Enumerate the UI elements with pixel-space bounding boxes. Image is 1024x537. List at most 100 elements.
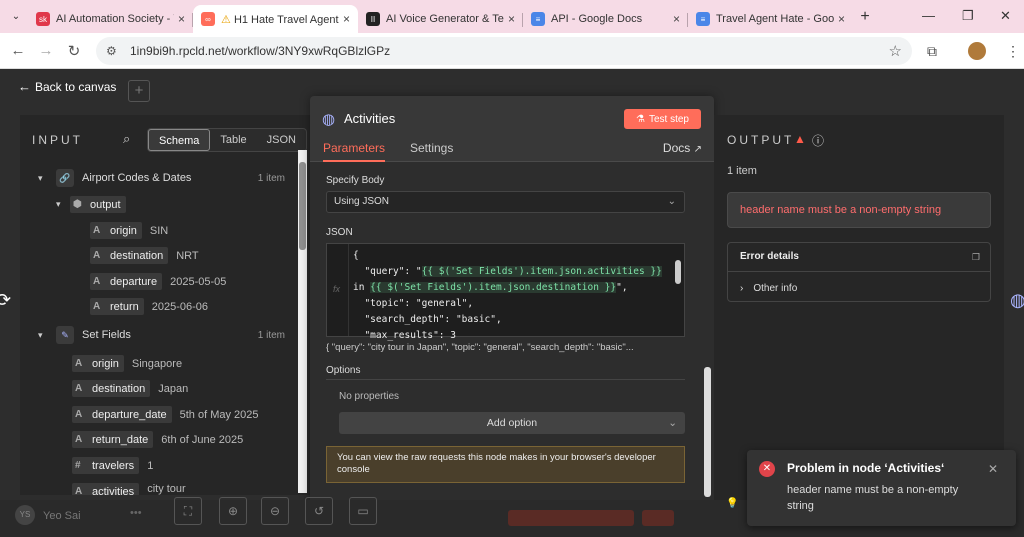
schema-field-row[interactable]: Aorigin SIN bbox=[90, 222, 168, 239]
back-to-canvas-link[interactable]: Back to canvas bbox=[35, 80, 116, 94]
node-name: Airport Codes & Dates bbox=[82, 172, 192, 184]
reload-icon[interactable]: ↻ bbox=[60, 42, 88, 60]
test-step-button[interactable]: ⚗ Test step bbox=[624, 109, 701, 129]
schema-field-row[interactable]: Adeparture 2025-05-05 bbox=[90, 273, 226, 290]
field-value: Singapore bbox=[131, 357, 183, 370]
schema-field-row[interactable]: Areturn_date 6th of June 2025 bbox=[72, 431, 243, 448]
field-key: destination bbox=[110, 249, 164, 262]
object-chip: ⬢ output bbox=[70, 196, 126, 213]
tab-close-icon[interactable]: × bbox=[673, 12, 680, 26]
browser-tab[interactable]: II AI Voice Generator & Tex × bbox=[358, 5, 523, 33]
specify-body-select[interactable]: Using JSON ⌄ bbox=[326, 191, 685, 213]
forward-arrow-icon[interactable]: → bbox=[32, 42, 60, 59]
new-tab-button[interactable]: + bbox=[853, 8, 877, 26]
input-panel: INPUT ⌕ Schema Table JSON ▾ 🔗 Airport Co… bbox=[20, 115, 310, 495]
error-message: header name must be a non-empty string bbox=[727, 192, 991, 228]
schema-node-row[interactable]: ▾ 🔗 Airport Codes & Dates 1 item bbox=[38, 169, 310, 187]
docs-link[interactable]: Docs ↗ bbox=[663, 141, 702, 155]
tab-close-icon[interactable]: × bbox=[838, 12, 845, 26]
browser-tab[interactable]: ≡ API - Google Docs × bbox=[523, 5, 688, 33]
browser-tab-active[interactable]: ∞ ⚠ H1 Hate Travel Agent × bbox=[193, 5, 358, 33]
field-value: Japan bbox=[158, 382, 189, 395]
close-window-icon[interactable]: ✕ bbox=[1000, 8, 1011, 24]
browser-tab[interactable]: sk AI Automation Society - Y × bbox=[28, 5, 193, 33]
schema-field-row[interactable]: Adestination NRT bbox=[90, 247, 199, 264]
field-key: activities bbox=[92, 485, 135, 496]
developer-console-notice: You can view the raw requests this node … bbox=[326, 446, 685, 483]
view-schema-button[interactable]: Schema bbox=[148, 129, 211, 151]
profile-avatar[interactable] bbox=[968, 42, 986, 60]
tab-search-dropdown[interactable]: ⌄ bbox=[4, 5, 28, 29]
field-value: 2025-05-05 bbox=[170, 275, 227, 288]
input-title: INPUT bbox=[32, 133, 83, 147]
schema-field-row[interactable]: Aactivities city tour bbox=[72, 483, 186, 495]
no-properties-text: No properties bbox=[339, 391, 400, 402]
field-value: 5th of May 2025 bbox=[179, 408, 259, 421]
tab-favicon-icon: ∞ bbox=[201, 12, 215, 26]
pencil-icon: ✎ bbox=[56, 326, 74, 344]
more-icon[interactable]: ••• bbox=[130, 507, 142, 519]
extensions-icon[interactable]: ⧉ bbox=[927, 43, 937, 60]
input-scrollbar[interactable] bbox=[298, 150, 307, 493]
zoom-in-icon[interactable]: ⊕ bbox=[219, 497, 247, 525]
schema-field-row[interactable]: # travelers 1 bbox=[72, 457, 153, 474]
delete-execution-button[interactable] bbox=[642, 510, 674, 526]
tab-settings[interactable]: Settings bbox=[410, 141, 453, 155]
add-node-button[interactable]: + bbox=[128, 80, 150, 102]
site-info-icon[interactable]: ⚙ bbox=[106, 44, 117, 58]
copy-icon[interactable]: ❐ bbox=[972, 252, 980, 263]
bookmark-star-icon[interactable]: ☆ bbox=[889, 42, 902, 60]
tab-title: API - Google Docs bbox=[551, 13, 643, 25]
close-icon[interactable]: ✕ bbox=[988, 462, 998, 476]
editor-scrollbar[interactable] bbox=[675, 246, 681, 332]
schema-field-row[interactable]: Adestination Japan bbox=[72, 380, 188, 397]
tab-parameters[interactable]: Parameters bbox=[323, 141, 386, 162]
external-link-icon: ↗ bbox=[693, 144, 702, 155]
view-json-button[interactable]: JSON bbox=[257, 129, 306, 151]
browser-tab[interactable]: ≡ Travel Agent Hate - Goog × bbox=[688, 5, 853, 33]
tab-title: Travel Agent Hate - Goog bbox=[716, 13, 834, 25]
schema-field-row[interactable]: Aorigin Singapore bbox=[72, 355, 182, 372]
modal-scrollbar[interactable] bbox=[703, 262, 712, 512]
info-icon[interactable]: ⓘ bbox=[812, 132, 824, 149]
field-value: NRT bbox=[176, 249, 199, 262]
tab-favicon-icon: II bbox=[366, 12, 380, 26]
chrome-menu-icon[interactable]: ⋮ bbox=[1006, 43, 1020, 60]
schema-field-row[interactable]: Areturn 2025-06-06 bbox=[90, 298, 208, 315]
browser-tab-bar: ⌄ sk AI Automation Society - Y × ∞ ⚠ H1 … bbox=[0, 0, 1024, 33]
schema-field-row[interactable]: Adeparture_date 5th of May 2025 bbox=[72, 406, 259, 423]
view-table-button[interactable]: Table bbox=[210, 129, 256, 151]
tab-favicon-icon: sk bbox=[36, 12, 50, 26]
add-option-button[interactable]: Add option ⌄ bbox=[339, 412, 685, 434]
node-title[interactable]: Activities bbox=[344, 111, 395, 126]
avatar[interactable]: YS bbox=[15, 505, 35, 525]
view-switcher: Schema Table JSON bbox=[147, 128, 307, 152]
chevron-down-icon[interactable]: ▾ bbox=[38, 173, 50, 184]
field-value: 2025-06-06 bbox=[151, 300, 209, 313]
chevron-down-icon[interactable]: ▾ bbox=[56, 199, 68, 210]
options-label: Options bbox=[326, 365, 361, 376]
docs-favicon-icon: ≡ bbox=[531, 12, 545, 26]
fit-view-icon[interactable]: ⛶ bbox=[174, 497, 202, 525]
other-info-toggle[interactable]: › Other info bbox=[740, 283, 797, 294]
address-bar[interactable]: ⚙ 1in9bi9h.rpcld.net/workflow/3NY9xwRqGB… bbox=[96, 37, 912, 65]
back-arrow-icon[interactable]: ← bbox=[4, 42, 32, 59]
tidy-up-icon[interactable]: ▭ bbox=[349, 497, 377, 525]
minimize-icon[interactable]: — bbox=[922, 8, 935, 23]
back-arrow-icon[interactable]: ← bbox=[18, 79, 31, 94]
schema-group-row[interactable]: ▾ ⬢ output bbox=[56, 196, 134, 213]
output-title: OUTPUT bbox=[727, 133, 795, 147]
chevron-right-icon: › bbox=[740, 283, 744, 294]
restore-icon[interactable]: ❐ bbox=[962, 8, 974, 24]
zoom-out-icon[interactable]: ⊖ bbox=[261, 497, 289, 525]
tab-close-icon[interactable]: × bbox=[178, 12, 185, 26]
execute-workflow-button[interactable] bbox=[508, 510, 634, 526]
schema-node-row[interactable]: ▾ ✎ Set Fields 1 item bbox=[38, 326, 310, 344]
reset-zoom-icon[interactable]: ↺ bbox=[305, 497, 333, 525]
tab-close-icon[interactable]: × bbox=[343, 12, 350, 26]
search-icon[interactable]: ⌕ bbox=[123, 131, 130, 147]
json-editor[interactable]: fx { "query": "{{ $('Set Fields').item.j… bbox=[326, 243, 685, 341]
chevron-down-icon[interactable]: ▾ bbox=[38, 330, 50, 341]
tab-close-icon[interactable]: × bbox=[508, 12, 515, 26]
error-toast: ✕ Problem in node ‘Activities‘ header na… bbox=[747, 450, 1016, 526]
